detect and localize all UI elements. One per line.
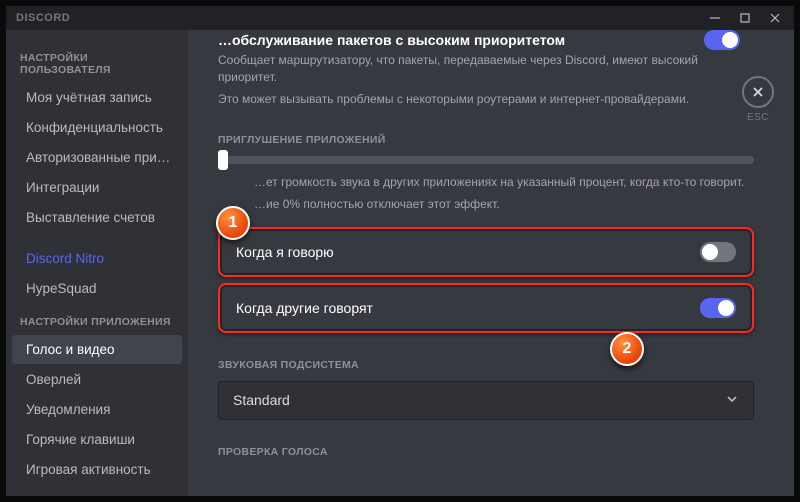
maximize-button[interactable] (732, 8, 758, 28)
annotation-callout-1: 1 (216, 206, 250, 240)
when-others-speak-label: Когда другие говорят (236, 300, 373, 316)
settings-sidebar: НАСТРОЙКИ ПОЛЬЗОВАТЕЛЯ Моя учётная запис… (6, 30, 188, 496)
qos-desc-2: Это может вызывать проблемы с некоторыми… (218, 91, 754, 108)
close-icon (770, 13, 780, 23)
voice-check-header: ПРОВЕРКА ГОЛОСА (218, 446, 754, 458)
sidebar-item-voice-video[interactable]: Голос и видео (12, 335, 182, 364)
sidebar-item-billing[interactable]: Выставление счетов (12, 203, 182, 232)
sidebar-header-app: НАСТРОЙКИ ПРИЛОЖЕНИЯ (6, 304, 188, 334)
qos-desc-1: Сообщает маршрутизатору, что пакеты, пер… (218, 52, 754, 87)
audio-subsystem-select[interactable]: Standard (218, 381, 754, 420)
maximize-icon (740, 13, 750, 23)
settings-main: …обслуживание пакетов с высоким приорите… (188, 30, 794, 496)
close-button[interactable] (762, 8, 788, 28)
attenuation-slider[interactable] (218, 156, 754, 164)
sidebar-item-integrations[interactable]: Интеграции (12, 173, 182, 202)
annotation-callout-2: 2 (610, 332, 644, 366)
app-title: DISCORD (16, 12, 70, 24)
esc-label: ESC (742, 112, 774, 123)
minimize-button[interactable] (702, 8, 728, 28)
chevron-down-icon (725, 392, 739, 409)
app-window: DISCORD НАСТРОЙКИ ПОЛЬЗОВАТЕЛЯ Моя учётн… (6, 6, 794, 496)
attenuation-desc-1: …ет громкость звука в других приложениях… (218, 174, 754, 191)
close-icon (751, 85, 765, 99)
slider-thumb[interactable] (218, 150, 228, 170)
sidebar-header-user: НАСТРОЙКИ ПОЛЬЗОВАТЕЛЯ (6, 40, 188, 82)
sidebar-item-authorized-apps[interactable]: Авторизованные прил… (12, 143, 182, 172)
esc-control: ESC (742, 76, 774, 123)
titlebar: DISCORD (6, 6, 794, 30)
sidebar-item-hypesquad[interactable]: HypeSquad (12, 274, 182, 303)
sidebar-item-privacy[interactable]: Конфиденциальность (12, 113, 182, 142)
qos-toggle[interactable] (704, 30, 740, 50)
content: НАСТРОЙКИ ПОЛЬЗОВАТЕЛЯ Моя учётная запис… (6, 30, 794, 496)
audio-subsystem-header: ЗВУКОВАЯ ПОДСИСТЕМА (218, 359, 754, 371)
when-i-speak-toggle[interactable] (700, 242, 736, 262)
sidebar-item-game-activity[interactable]: Игровая активность (12, 455, 182, 484)
window-controls (702, 8, 788, 28)
row-when-i-speak: Когда я говорю (218, 227, 754, 277)
attenuation-desc-2: …ие 0% полностью отключает этот эффект. (218, 196, 754, 213)
when-others-speak-toggle[interactable] (700, 298, 736, 318)
minimize-icon (710, 13, 720, 23)
qos-title: …обслуживание пакетов с высоким приорите… (218, 30, 754, 48)
sidebar-item-nitro[interactable]: Discord Nitro (12, 244, 182, 273)
esc-button[interactable] (742, 76, 774, 108)
sidebar-item-account[interactable]: Моя учётная запись (12, 83, 182, 112)
sidebar-item-hotkeys[interactable]: Горячие клавиши (12, 425, 182, 454)
sidebar-item-overlay[interactable]: Оверлей (12, 365, 182, 394)
audio-subsystem-value: Standard (233, 392, 290, 408)
when-i-speak-label: Когда я говорю (236, 244, 334, 260)
row-when-others-speak: Когда другие говорят (218, 283, 754, 333)
sidebar-item-notifications[interactable]: Уведомления (12, 395, 182, 424)
attenuation-header: ПРИГЛУШЕНИЕ ПРИЛОЖЕНИЙ (218, 134, 754, 146)
